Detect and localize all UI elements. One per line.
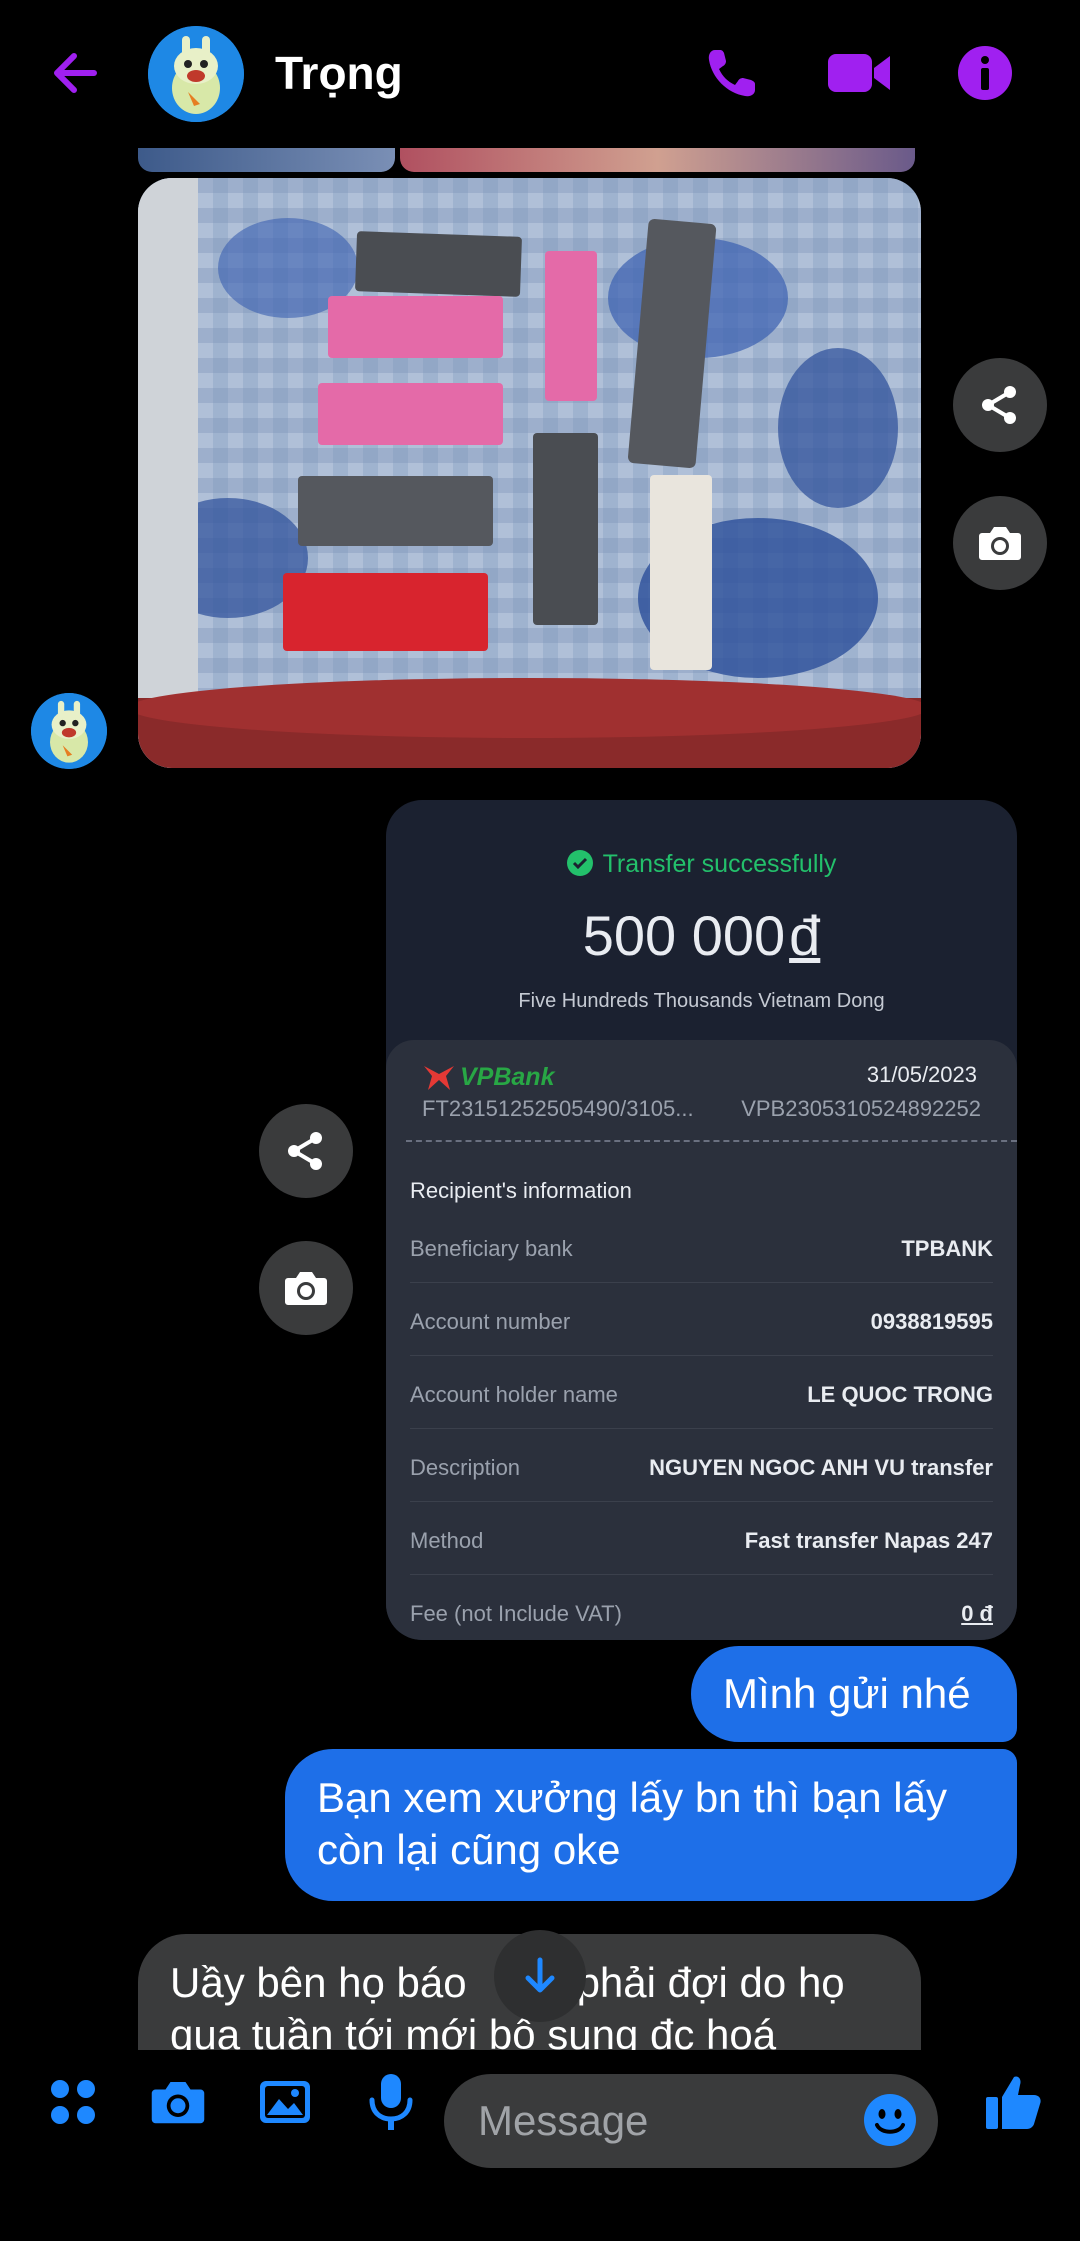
receipt-row: Account number 0938819595 — [410, 1283, 993, 1356]
camera-icon — [979, 527, 1021, 560]
share-icon — [288, 1132, 322, 1170]
receipt-row: Account holder name LE QUOC TRONG — [410, 1356, 993, 1429]
receipt-row: Method Fast transfer Napas 247 — [410, 1502, 993, 1575]
arrow-left-icon — [54, 53, 97, 93]
save-photo-button[interactable] — [259, 1241, 353, 1335]
call-button[interactable] — [697, 38, 767, 108]
thumbs-up-icon — [986, 2076, 1041, 2129]
save-photo-button[interactable] — [953, 496, 1047, 590]
transfer-amount: 500 000đ — [582, 904, 821, 967]
emoji-icon — [864, 2094, 916, 2146]
gallery-button[interactable] — [252, 2069, 318, 2135]
info-button[interactable] — [950, 38, 1020, 108]
camera-button[interactable] — [145, 2069, 211, 2135]
bank-ref: VPB2305310524892252 — [741, 1096, 981, 1121]
vpbank-emblem-icon — [424, 1066, 454, 1090]
receipt-row: Description NGUYEN NGOC ANH VU transfer — [410, 1429, 993, 1502]
camera-icon — [285, 1272, 327, 1305]
share-icon — [982, 386, 1016, 424]
info-icon — [958, 46, 1012, 100]
message-bubble-outgoing[interactable]: Mình gửi nhé — [691, 1646, 1017, 1742]
sender-avatar[interactable] — [31, 693, 107, 769]
contact-avatar[interactable] — [148, 26, 244, 122]
phone-icon — [708, 50, 755, 97]
avatar-image — [31, 693, 107, 769]
contact-name[interactable]: Trọng — [275, 46, 403, 100]
video-camera-icon — [828, 54, 890, 92]
arrow-down-icon — [525, 1957, 555, 1993]
transaction-ref: FT23151252505490/3105... — [422, 1096, 694, 1121]
chat-header: Trọng — [0, 0, 1080, 148]
keyboard-photo-image — [138, 178, 921, 768]
share-button[interactable] — [953, 358, 1047, 452]
video-call-button[interactable] — [824, 38, 894, 108]
voice-button[interactable] — [358, 2069, 424, 2135]
microphone-icon — [369, 2074, 413, 2130]
emoji-button[interactable] — [858, 2088, 922, 2152]
recipient-section-title: Recipient's information — [410, 1178, 632, 1203]
message-bubble-outgoing[interactable]: Bạn xem xưởng lấy bn thì bạn lấy còn lại… — [285, 1749, 1017, 1901]
keyboard-photo[interactable] — [138, 178, 921, 768]
previous-photo[interactable] — [400, 148, 915, 172]
like-button[interactable] — [980, 2069, 1046, 2135]
apps-grid-icon — [51, 2080, 95, 2124]
back-button[interactable] — [40, 38, 110, 108]
vpbank-logo: VPBank — [422, 1060, 554, 1094]
check-circle-icon — [566, 850, 593, 876]
transfer-status: Transfer successfully — [386, 850, 1017, 879]
apps-button[interactable] — [40, 2069, 106, 2135]
transfer-receipt-image[interactable]: Transfer successfully 500 000đ Five Hund… — [386, 800, 1017, 1640]
receipt-details: VPBank 31/05/2023 FT23151252505490/3105.… — [386, 1040, 1017, 1640]
scroll-to-bottom-button[interactable] — [494, 1930, 586, 2022]
share-button[interactable] — [259, 1104, 353, 1198]
camera-icon — [151, 2082, 205, 2124]
avatar-image — [148, 26, 244, 122]
receipt-row: Fee (not Include VAT) 0 đ — [410, 1601, 993, 1626]
previous-photo[interactable] — [138, 148, 395, 172]
divider — [406, 1140, 1017, 1142]
gallery-icon — [260, 2081, 310, 2123]
amount-in-words: Five Hundreds Thousands Vietnam Dong — [518, 990, 885, 1012]
receipt-row: Beneficiary bank TPBANK — [410, 1210, 993, 1283]
currency-symbol: đ — [789, 904, 821, 967]
transfer-date: 31/05/2023 — [866, 1062, 977, 1087]
